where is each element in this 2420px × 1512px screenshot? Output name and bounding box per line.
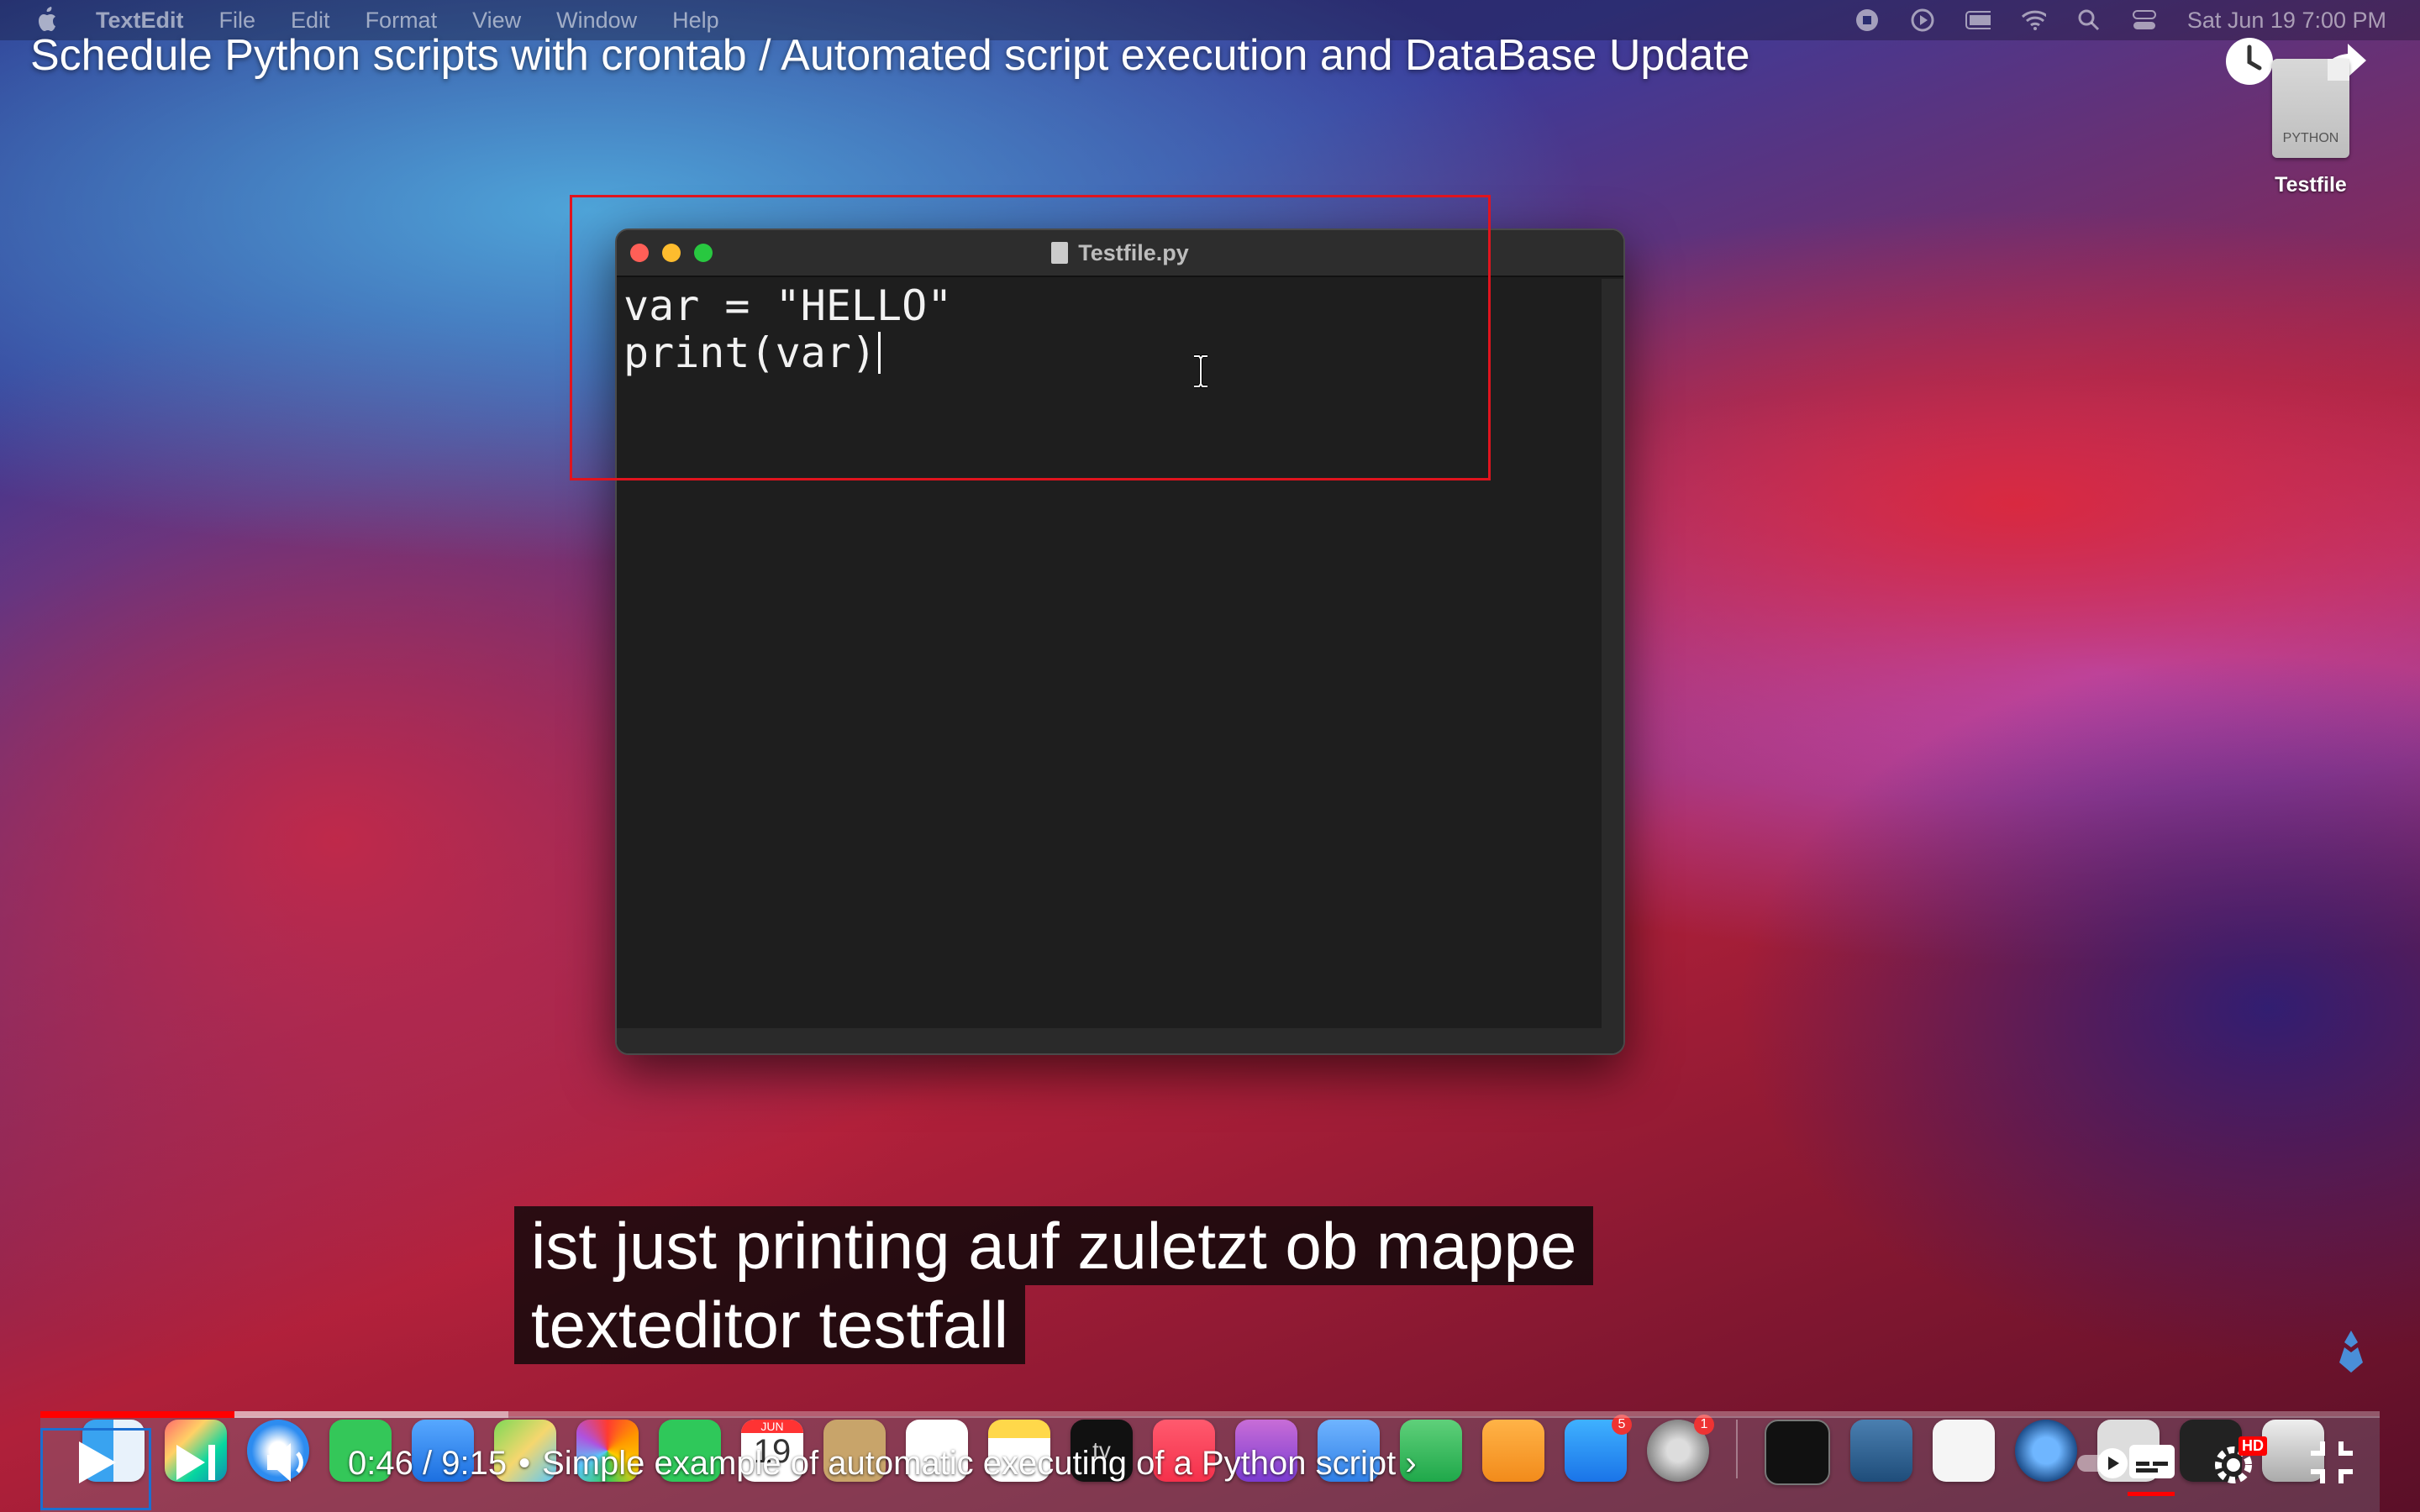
time-separator: /: [422, 1445, 433, 1482]
desktop-file-testfile[interactable]: PYTHON Testfile: [2260, 59, 2361, 197]
time-display: 0:46 / 9:15 • Simple example of automatic …: [348, 1445, 1417, 1482]
video-title[interactable]: Schedule Python scripts with crontab / A…: [30, 30, 1750, 81]
channel-watermark-icon[interactable]: [2326, 1327, 2376, 1378]
play-icon[interactable]: [66, 1433, 124, 1492]
subtitles: ist just printing auf zuletzt ob mappe t…: [514, 1206, 1594, 1364]
menu-help[interactable]: Help: [672, 8, 719, 34]
hd-badge: HD: [2238, 1436, 2267, 1456]
highlight-annotation-box: [570, 195, 1491, 480]
video-progress-bar[interactable]: [40, 1411, 2380, 1418]
subtitle-line: texteditor testfall: [514, 1285, 1025, 1364]
python-file-icon: PYTHON: [2272, 59, 2349, 158]
next-video-icon[interactable]: [166, 1433, 225, 1492]
volume-icon[interactable]: [260, 1433, 319, 1492]
desktop-file-name: Testfile: [2275, 173, 2347, 197]
subtitles-active-indicator: [2128, 1492, 2175, 1496]
app-name-menu[interactable]: TextEdit: [96, 8, 184, 34]
chapter-chevron-icon[interactable]: ›: [1405, 1445, 1416, 1482]
duration: 9:15: [441, 1445, 508, 1482]
subtitle-line: ist just printing auf zuletzt ob mappe: [514, 1206, 1594, 1285]
status-area: Sat Jun 19 7:00 PM: [1854, 0, 2386, 40]
menu-format[interactable]: Format: [366, 8, 438, 34]
menu-edit[interactable]: Edit: [291, 8, 330, 34]
spotlight-search-icon[interactable]: [2076, 8, 2102, 33]
play-circle-icon[interactable]: [1910, 8, 1935, 33]
menu-file[interactable]: File: [219, 8, 256, 34]
current-time: 0:46: [348, 1445, 413, 1482]
file-type-label: PYTHON: [2282, 131, 2339, 145]
vertical-scrollbar[interactable]: [1602, 279, 1623, 1028]
menu-window[interactable]: Window: [556, 8, 637, 34]
menu-view[interactable]: View: [472, 8, 521, 34]
horizontal-scrollbar[interactable]: [617, 1028, 1623, 1053]
menubar-clock[interactable]: Sat Jun 19 7:00 PM: [2187, 8, 2386, 34]
stop-record-icon[interactable]: [1854, 8, 1880, 33]
wifi-icon[interactable]: [2021, 8, 2046, 33]
video-controls: 0:46 / 9:15 • Simple example of automatic …: [40, 1420, 2380, 1512]
control-center-icon[interactable]: [2132, 8, 2157, 33]
chapter-title[interactable]: Simple example of automatic executing of…: [542, 1445, 1396, 1482]
settings-gear-icon[interactable]: HD: [2208, 1433, 2267, 1492]
subtitles-cc-icon[interactable]: [2123, 1433, 2181, 1492]
progress-played: [40, 1411, 235, 1418]
exit-fullscreen-icon[interactable]: [2302, 1433, 2361, 1492]
battery-icon[interactable]: [1965, 8, 1991, 33]
